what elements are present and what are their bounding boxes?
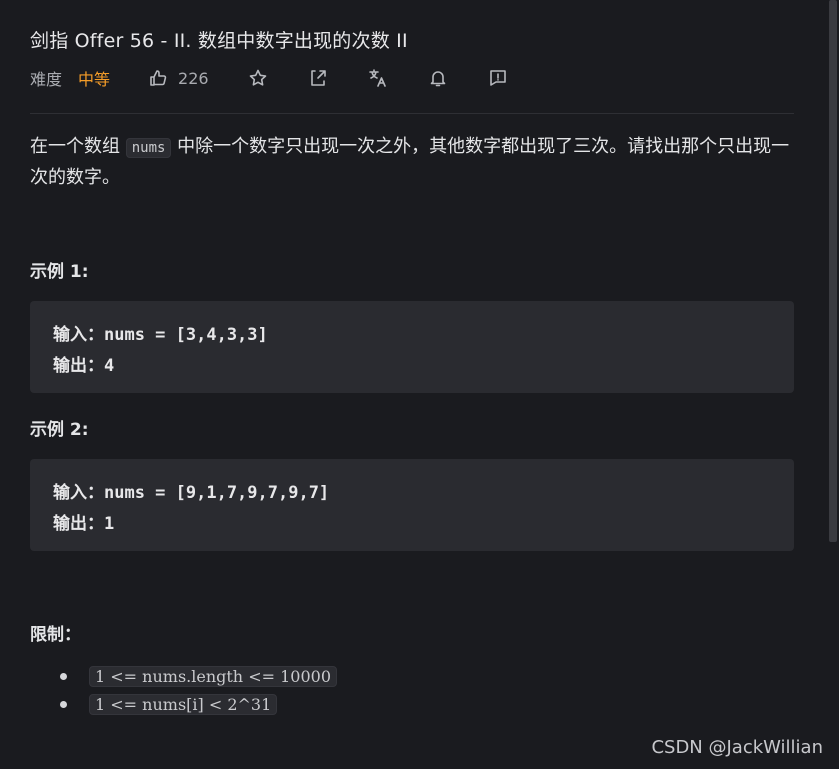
- example-1-output: 输出：4: [53, 356, 115, 376]
- thumb-up-icon: [150, 70, 167, 86]
- star-icon: [249, 69, 266, 86]
- difficulty-label: 难度: [30, 70, 63, 89]
- example-1-block: 输入：nums = [3,4,3,3] 输出：4: [30, 301, 794, 393]
- bullet-icon: [60, 672, 67, 680]
- problem-meta-bar: 难度 中等 226: [30, 64, 508, 92]
- limits-list: 1 <= nums.length <= 10000 1 <= nums[i] <…: [60, 662, 337, 718]
- example-1-heading: 示例 1:: [30, 262, 89, 282]
- inline-code-nums: nums: [125, 138, 172, 158]
- feedback-icon: [489, 70, 506, 86]
- feedback-button[interactable]: [488, 68, 508, 88]
- example-1-input: 输入：nums = [3,4,3,3]: [53, 325, 268, 345]
- example-2-output: 输出：1: [53, 514, 115, 534]
- translate-button[interactable]: [368, 68, 388, 88]
- problem-title: 剑指 Offer 56 - II. 数组中数字出现的次数 II: [30, 30, 408, 52]
- limits-heading: 限制：: [30, 625, 81, 645]
- example-2-block: 输入：nums = [9,1,7,9,7,9,7] 输出：1: [30, 459, 794, 551]
- share-button[interactable]: [308, 68, 328, 88]
- limit-code-1: 1 <= nums.length <= 10000: [89, 665, 337, 687]
- like-count: 226: [178, 68, 209, 88]
- difficulty-badge: 中等: [78, 70, 111, 89]
- problem-description: 在一个数组 nums 中除一个数字只出现一次之外，其他数字都出现了三次。请找出那…: [30, 132, 800, 193]
- bell-icon: [430, 71, 445, 87]
- favorite-button[interactable]: [248, 68, 268, 88]
- scrollbar[interactable]: [829, 0, 837, 542]
- limit-item: 1 <= nums.length <= 10000: [60, 662, 337, 690]
- translate-icon: [368, 69, 386, 87]
- bullet-icon: [60, 700, 67, 708]
- header-divider: [30, 113, 794, 114]
- example-2-input: 输入：nums = [9,1,7,9,7,9,7]: [53, 483, 330, 503]
- limit-code-2: 1 <= nums[i] < 2^31: [89, 693, 278, 715]
- like-button[interactable]: 226: [148, 68, 209, 88]
- notification-button[interactable]: [428, 68, 448, 88]
- limit-item: 1 <= nums[i] < 2^31: [60, 690, 337, 718]
- description-text-1: 在一个数组: [30, 136, 126, 157]
- watermark: CSDN @JackWillian: [651, 737, 823, 758]
- example-2-heading: 示例 2:: [30, 420, 89, 440]
- share-icon: [310, 70, 326, 86]
